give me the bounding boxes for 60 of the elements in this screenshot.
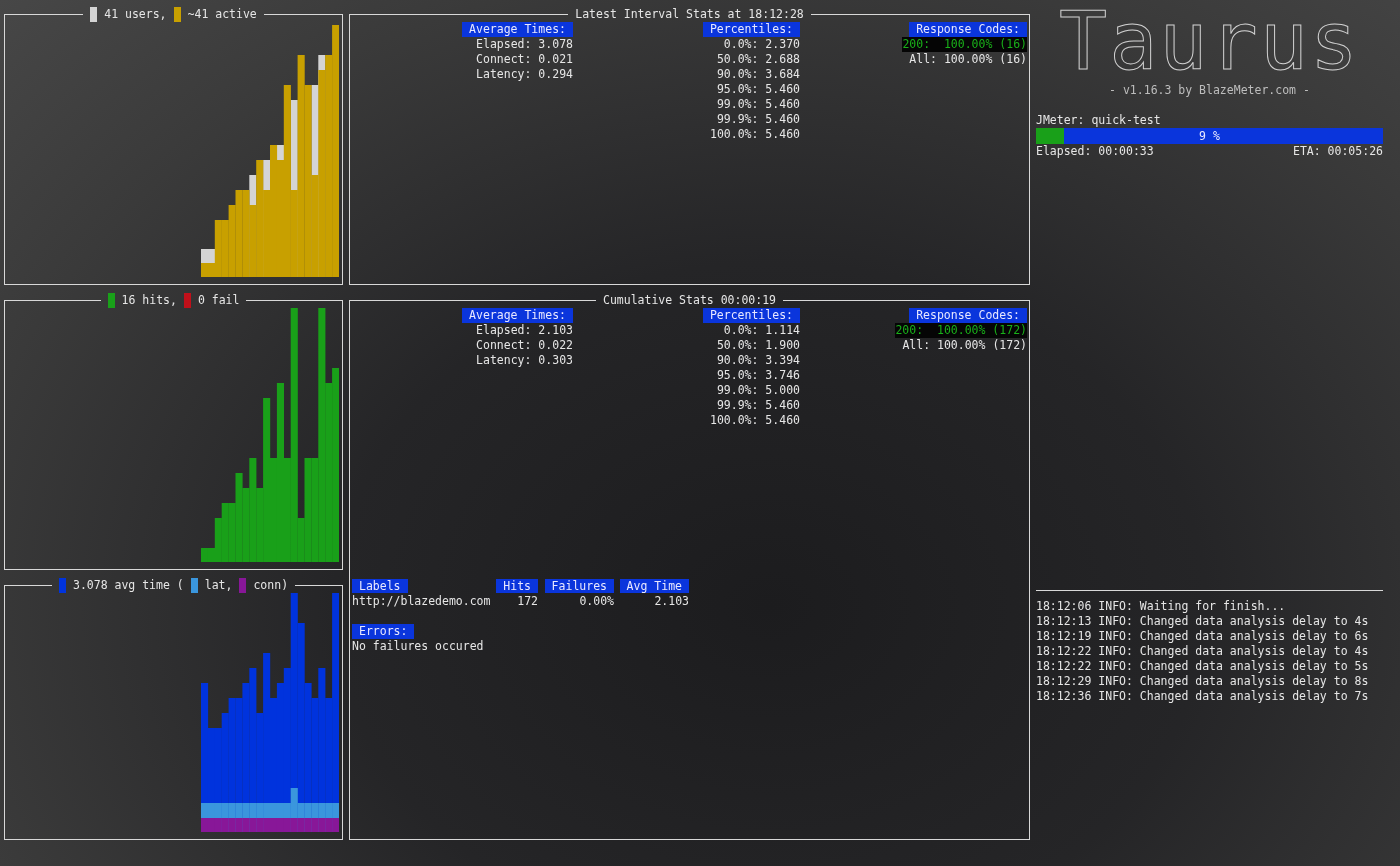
stat-line: All: 100.00% (172) bbox=[902, 338, 1027, 353]
section-heading: Percentiles: bbox=[702, 22, 800, 37]
stat-line: 99.9%: 5.460 bbox=[716, 398, 800, 413]
stat-line: Elapsed: 3.078 bbox=[476, 37, 573, 52]
stat-line: Connect: 0.022 bbox=[476, 338, 573, 353]
stat-line: 99.9%: 5.460 bbox=[716, 112, 800, 127]
elapsed-time: Elapsed: 00:00:33 bbox=[1036, 144, 1154, 159]
legend-label: 41 users, bbox=[104, 7, 167, 22]
column-header: Hits bbox=[496, 579, 538, 593]
stat-line: 95.0%: 3.746 bbox=[716, 368, 800, 383]
table-cell: http://blazedemo.com bbox=[352, 594, 491, 609]
column-header: Labels bbox=[352, 579, 408, 593]
table-cell: 0.00% bbox=[579, 594, 614, 609]
stat-line: 0.0%: 1.114 bbox=[723, 323, 800, 338]
section-heading: Response Codes: bbox=[909, 22, 1027, 37]
eta-time: ETA: 00:05:26 bbox=[1293, 144, 1383, 159]
stat-line: 95.0%: 5.460 bbox=[716, 82, 800, 97]
stat-line: 0.0%: 2.370 bbox=[723, 37, 800, 52]
stat-line: 90.0%: 3.684 bbox=[716, 67, 800, 82]
legend-label: lat, bbox=[204, 578, 233, 593]
log-line: 18:12:22 INFO: Changed data analysis delay to 4s bbox=[1036, 644, 1370, 659]
column-header: Failures bbox=[544, 579, 614, 593]
stat-line: 99.0%: 5.460 bbox=[716, 97, 800, 112]
stat-line: 50.0%: 2.688 bbox=[716, 52, 800, 67]
section-heading: Average Times: bbox=[462, 22, 573, 37]
section-heading: Response Codes: bbox=[909, 308, 1027, 323]
column-header: Avg Time bbox=[619, 579, 689, 593]
stat-line: Elapsed: 2.103 bbox=[476, 323, 573, 338]
section-heading: Errors: bbox=[352, 624, 415, 639]
table-cell: 172 bbox=[517, 594, 538, 609]
stat-line: 90.0%: 3.394 bbox=[716, 353, 800, 368]
log-line: 18:12:06 INFO: Waiting for finish... bbox=[1036, 599, 1287, 614]
log-line: 18:12:13 INFO: Changed data analysis delay to 4s bbox=[1036, 614, 1370, 629]
stat-line: Connect: 0.021 bbox=[476, 52, 573, 67]
log-line: 18:12:36 INFO: Changed data analysis delay to 7s bbox=[1036, 689, 1370, 704]
section-heading: Average Times: bbox=[462, 308, 573, 323]
legend-label: conn) bbox=[253, 578, 289, 593]
panel-title: Latest Interval Stats at 18:12:28 bbox=[574, 7, 805, 22]
error-message: No failures occured bbox=[352, 639, 484, 654]
stat-line: 100.0%: 5.460 bbox=[710, 413, 800, 428]
stat-line: Latency: 0.294 bbox=[476, 67, 573, 82]
table-cell: 2.103 bbox=[654, 594, 689, 609]
stat-line: Latency: 0.303 bbox=[476, 353, 573, 368]
panel-title: Cumulative Stats 00:00:19 bbox=[601, 293, 778, 308]
progress-percent: 9 % bbox=[1199, 128, 1220, 144]
legend-label: 3.078 avg time ( bbox=[72, 578, 184, 593]
stat-line: All: 100.00% (16) bbox=[909, 52, 1027, 67]
app-logo: Taurus bbox=[1058, 6, 1361, 78]
stat-line: 100.0%: 5.460 bbox=[710, 127, 800, 142]
legend-label: 0 fail bbox=[197, 293, 240, 308]
log-line: 18:12:22 INFO: Changed data analysis delay to 5s bbox=[1036, 659, 1370, 674]
log-line: 18:12:29 INFO: Changed data analysis delay to 8s bbox=[1036, 674, 1370, 689]
job-label: JMeter: quick-test bbox=[1036, 113, 1162, 128]
legend-label: ~41 active bbox=[187, 7, 257, 22]
legend-label: 16 hits, bbox=[121, 293, 177, 308]
version-text: - v1.16.3 by BlazeMeter.com - bbox=[1108, 83, 1311, 98]
log-line: 18:12:19 INFO: Changed data analysis delay to 6s bbox=[1036, 629, 1370, 644]
stat-line: 99.0%: 5.000 bbox=[716, 383, 800, 398]
section-heading: Percentiles: bbox=[702, 308, 800, 323]
stat-line: 50.0%: 1.900 bbox=[716, 338, 800, 353]
